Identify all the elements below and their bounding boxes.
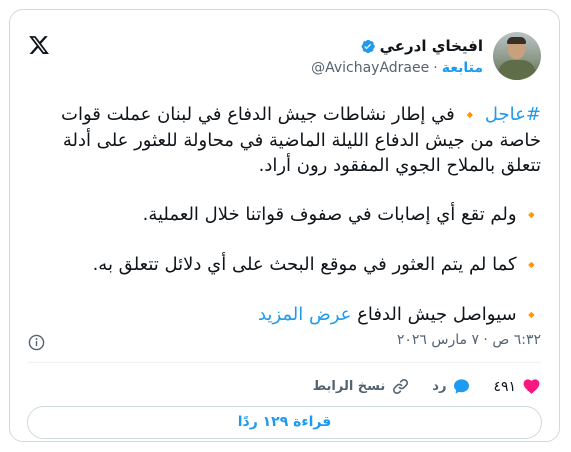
user-handle[interactable]: @AvichayAdraee xyxy=(311,60,429,76)
follow-link[interactable]: متابعة xyxy=(442,60,483,76)
link-icon xyxy=(393,379,409,394)
avatar[interactable] xyxy=(493,32,541,80)
orange-diamond-icon: 🔸 xyxy=(460,106,480,124)
reply-button[interactable]: رد xyxy=(432,377,471,396)
tweet-card: افيخاي ادرعي متابعة·@AvichayAdraee #عاجل… xyxy=(9,9,560,442)
divider xyxy=(28,362,541,363)
paragraph-3: 🔸 كما لم يتم العثور في موقع البحث على أي… xyxy=(28,252,541,278)
paragraph-2: 🔸 ولم تقع أي إصابات في صفوف قواتنا خلال … xyxy=(28,202,541,228)
copy-link-button[interactable]: نسخ الرابط xyxy=(313,377,411,396)
paragraph-4-text: سيواصل جيش الدفاع xyxy=(351,304,523,325)
paragraph-1: #عاجل 🔸 في إطار نشاطات جيش الدفاع في لبن… xyxy=(28,102,541,178)
show-more-link[interactable]: عرض المزيد xyxy=(258,304,351,325)
paragraph-4: 🔸 سيواصل جيش الدفاع عرض المزيد xyxy=(28,302,541,328)
like-button[interactable]: ٤٩١ xyxy=(493,377,541,396)
copy-link-label: نسخ الرابط xyxy=(312,379,386,394)
info-icon[interactable] xyxy=(28,334,45,351)
separator-dot: · xyxy=(433,60,438,76)
tweet-text: #عاجل 🔸 في إطار نشاطات جيش الدفاع في لبن… xyxy=(28,102,541,352)
orange-diamond-icon: 🔸 xyxy=(522,306,541,324)
reply-bubble-icon xyxy=(454,379,470,394)
reply-label: رد xyxy=(432,379,447,394)
like-count: ٤٩١ xyxy=(493,378,516,395)
verified-badge-icon xyxy=(361,39,375,53)
heart-icon xyxy=(523,379,540,394)
x-logo-icon[interactable] xyxy=(28,34,50,56)
orange-diamond-icon: 🔸 xyxy=(522,256,541,274)
paragraph-2-text: ولم تقع أي إصابات في صفوف قواتنا خلال ال… xyxy=(142,204,523,225)
display-name[interactable]: افيخاي ادرعي xyxy=(380,36,483,56)
timestamp[interactable]: ٦:٣٢ ص · ٧ مارس ٢٠٢٦ xyxy=(397,332,541,348)
hashtag-link[interactable]: #عاجل xyxy=(485,104,541,125)
action-bar: ٤٩١ رد نسخ الرابط xyxy=(291,377,541,396)
user-block: افيخاي ادرعي متابعة·@AvichayAdraee xyxy=(311,36,483,78)
orange-diamond-icon: 🔸 xyxy=(522,206,541,224)
paragraph-3-text: كما لم يتم العثور في موقع البحث على أي د… xyxy=(92,254,523,275)
read-replies-button[interactable]: قراءة ١٢٩ ردًا xyxy=(27,406,542,439)
